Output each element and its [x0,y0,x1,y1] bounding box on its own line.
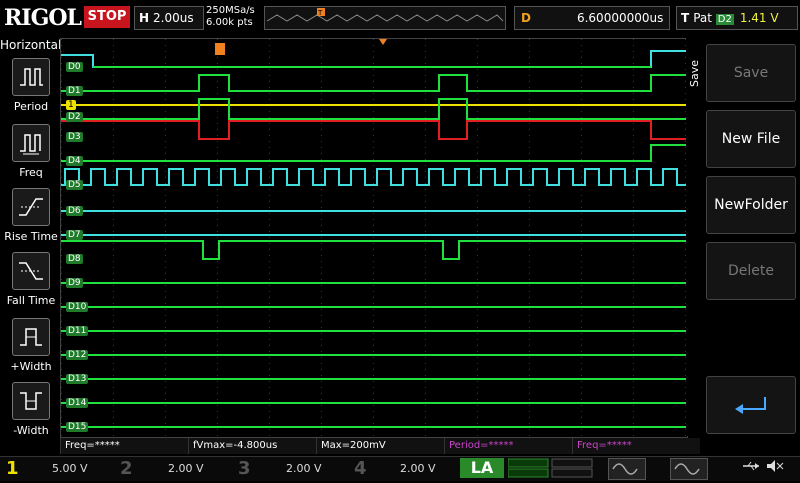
channel-label-d0[interactable]: D0 [66,62,83,72]
measurement-max: Max=200mV [316,438,445,454]
measure-menu-title: Horizontal [0,38,62,52]
measure-freq-label: Freq [19,166,43,179]
ch1-number[interactable]: 1 [6,457,19,481]
fall-time-icon [12,252,50,290]
channel-label-d4[interactable]: D4 [66,156,83,166]
measurement-freq: Freq=***** [60,438,189,454]
channel-label-d10[interactable]: D10 [66,302,89,312]
save-button[interactable]: Save [706,44,796,102]
trigger-indicator[interactable]: T Pat D2 1.41 V [676,6,798,30]
measurement-results-bar: Freq=***** fVmax=-4.800us Max=200mV Peri… [60,438,700,454]
measurement-period: Period=***** [444,438,573,454]
measure-negative-width-button[interactable]: -Width [4,382,58,437]
measure-freq-button[interactable]: Freq [4,124,58,179]
memory-depth: 6.00k pts [206,17,253,28]
channel-label-d3[interactable]: D3 [66,132,83,142]
trace-d1 [61,74,688,92]
logic-analyzer-button[interactable]: LA [460,458,504,478]
positive-width-icon [12,318,50,356]
timebase-value: 2.00us [153,11,194,25]
channel-label-d13[interactable]: D13 [66,374,89,384]
channel-label-1[interactable]: 1 [66,100,76,110]
frequency-measure-icon [12,124,50,162]
enter-return-icon [735,397,766,414]
ch4-number[interactable]: 4 [354,457,367,481]
trigger-level: 1.41 V [739,11,779,25]
channel-label-d11[interactable]: D11 [66,326,89,336]
rise-time-icon [12,188,50,226]
brand-logo: RIGOL [4,5,82,31]
function-generator-1-button[interactable] [608,458,646,480]
measurement-freq-2: Freq=***** [572,438,701,454]
measure-positive-width-label: +Width [10,360,52,373]
measure-fall-time-label: Fall Time [6,294,56,307]
delete-button[interactable]: Delete [706,242,796,300]
trigger-label: T [681,11,690,25]
measure-negative-width-label: -Width [13,424,49,437]
ch1-scale[interactable]: 5.00 V [52,457,88,481]
sine-wave-icon [612,463,638,475]
period-measure-icon [12,58,50,96]
memory-overview-waveform: T [266,8,504,22]
channel-label-d2[interactable]: D2 [66,112,83,122]
trigger-type: Pat [693,11,712,25]
new-folder-button[interactable]: NewFolder [706,176,796,234]
measure-fall-time-button[interactable]: Fall Time [4,252,58,307]
sine-wave-icon-2 [674,463,700,475]
run-stop-status[interactable]: STOP [84,6,130,28]
measure-period-label: Period [13,100,49,113]
trace-d0 [61,50,687,68]
channel-label-d14[interactable]: D14 [66,398,89,408]
channel-label-d9[interactable]: D9 [66,278,83,288]
ch3-number[interactable]: 3 [238,457,251,481]
ch3-scale[interactable]: 2.00 V [286,457,322,481]
waveform-display[interactable] [60,38,688,438]
measure-rise-time-button[interactable]: Rise Time [4,188,58,243]
ch2-scale[interactable]: 2.00 V [168,457,204,481]
trace-d2 [61,98,687,120]
timebase-indicator[interactable]: H 2.00us [134,6,204,30]
measurement-fvmax: fVmax=-4.800us [188,438,317,454]
trigger-t-marker [215,43,225,55]
channel-label-d15[interactable]: D15 [66,422,89,432]
trigger-marker-text: T [317,9,323,17]
usb-icon [740,458,762,478]
delay-value: 6.60000000us [576,11,664,25]
save-menu-title: Save [688,60,701,88]
measure-period-button[interactable]: Period [4,58,58,113]
acquisition-info: 250MSa/s 6.00k pts [206,5,255,29]
channel-label-d5[interactable]: D5 [66,180,83,190]
ch4-scale[interactable]: 2.00 V [400,457,436,481]
measure-rise-time-label: Rise Time [4,230,58,243]
measure-positive-width-button[interactable]: +Width [4,318,58,373]
trigger-time-marker [379,39,387,45]
speaker-muted-icon[interactable] [764,458,786,478]
la-channel-status-grid [507,458,598,478]
trigger-source: D2 [715,14,734,25]
channel-label-d12[interactable]: D12 [66,350,89,360]
sample-rate: 250MSa/s [206,5,255,16]
new-file-button[interactable]: New File [706,110,796,168]
channel-label-d1[interactable]: D1 [66,86,83,96]
channel-label-d7[interactable]: D7 [66,230,83,240]
channel-label-d8[interactable]: D8 [66,254,83,264]
negative-width-icon [12,382,50,420]
enter-button[interactable] [706,376,796,434]
waveform-canvas [61,39,688,436]
delay-indicator[interactable]: D 6.60000000us [514,6,670,30]
memory-overview-bar: T [264,6,506,30]
delay-label: D [521,11,531,25]
channel-label-d6[interactable]: D6 [66,206,83,216]
ch2-number[interactable]: 2 [120,457,133,481]
function-generator-2-button[interactable] [670,458,708,480]
timebase-label: H [139,11,150,25]
